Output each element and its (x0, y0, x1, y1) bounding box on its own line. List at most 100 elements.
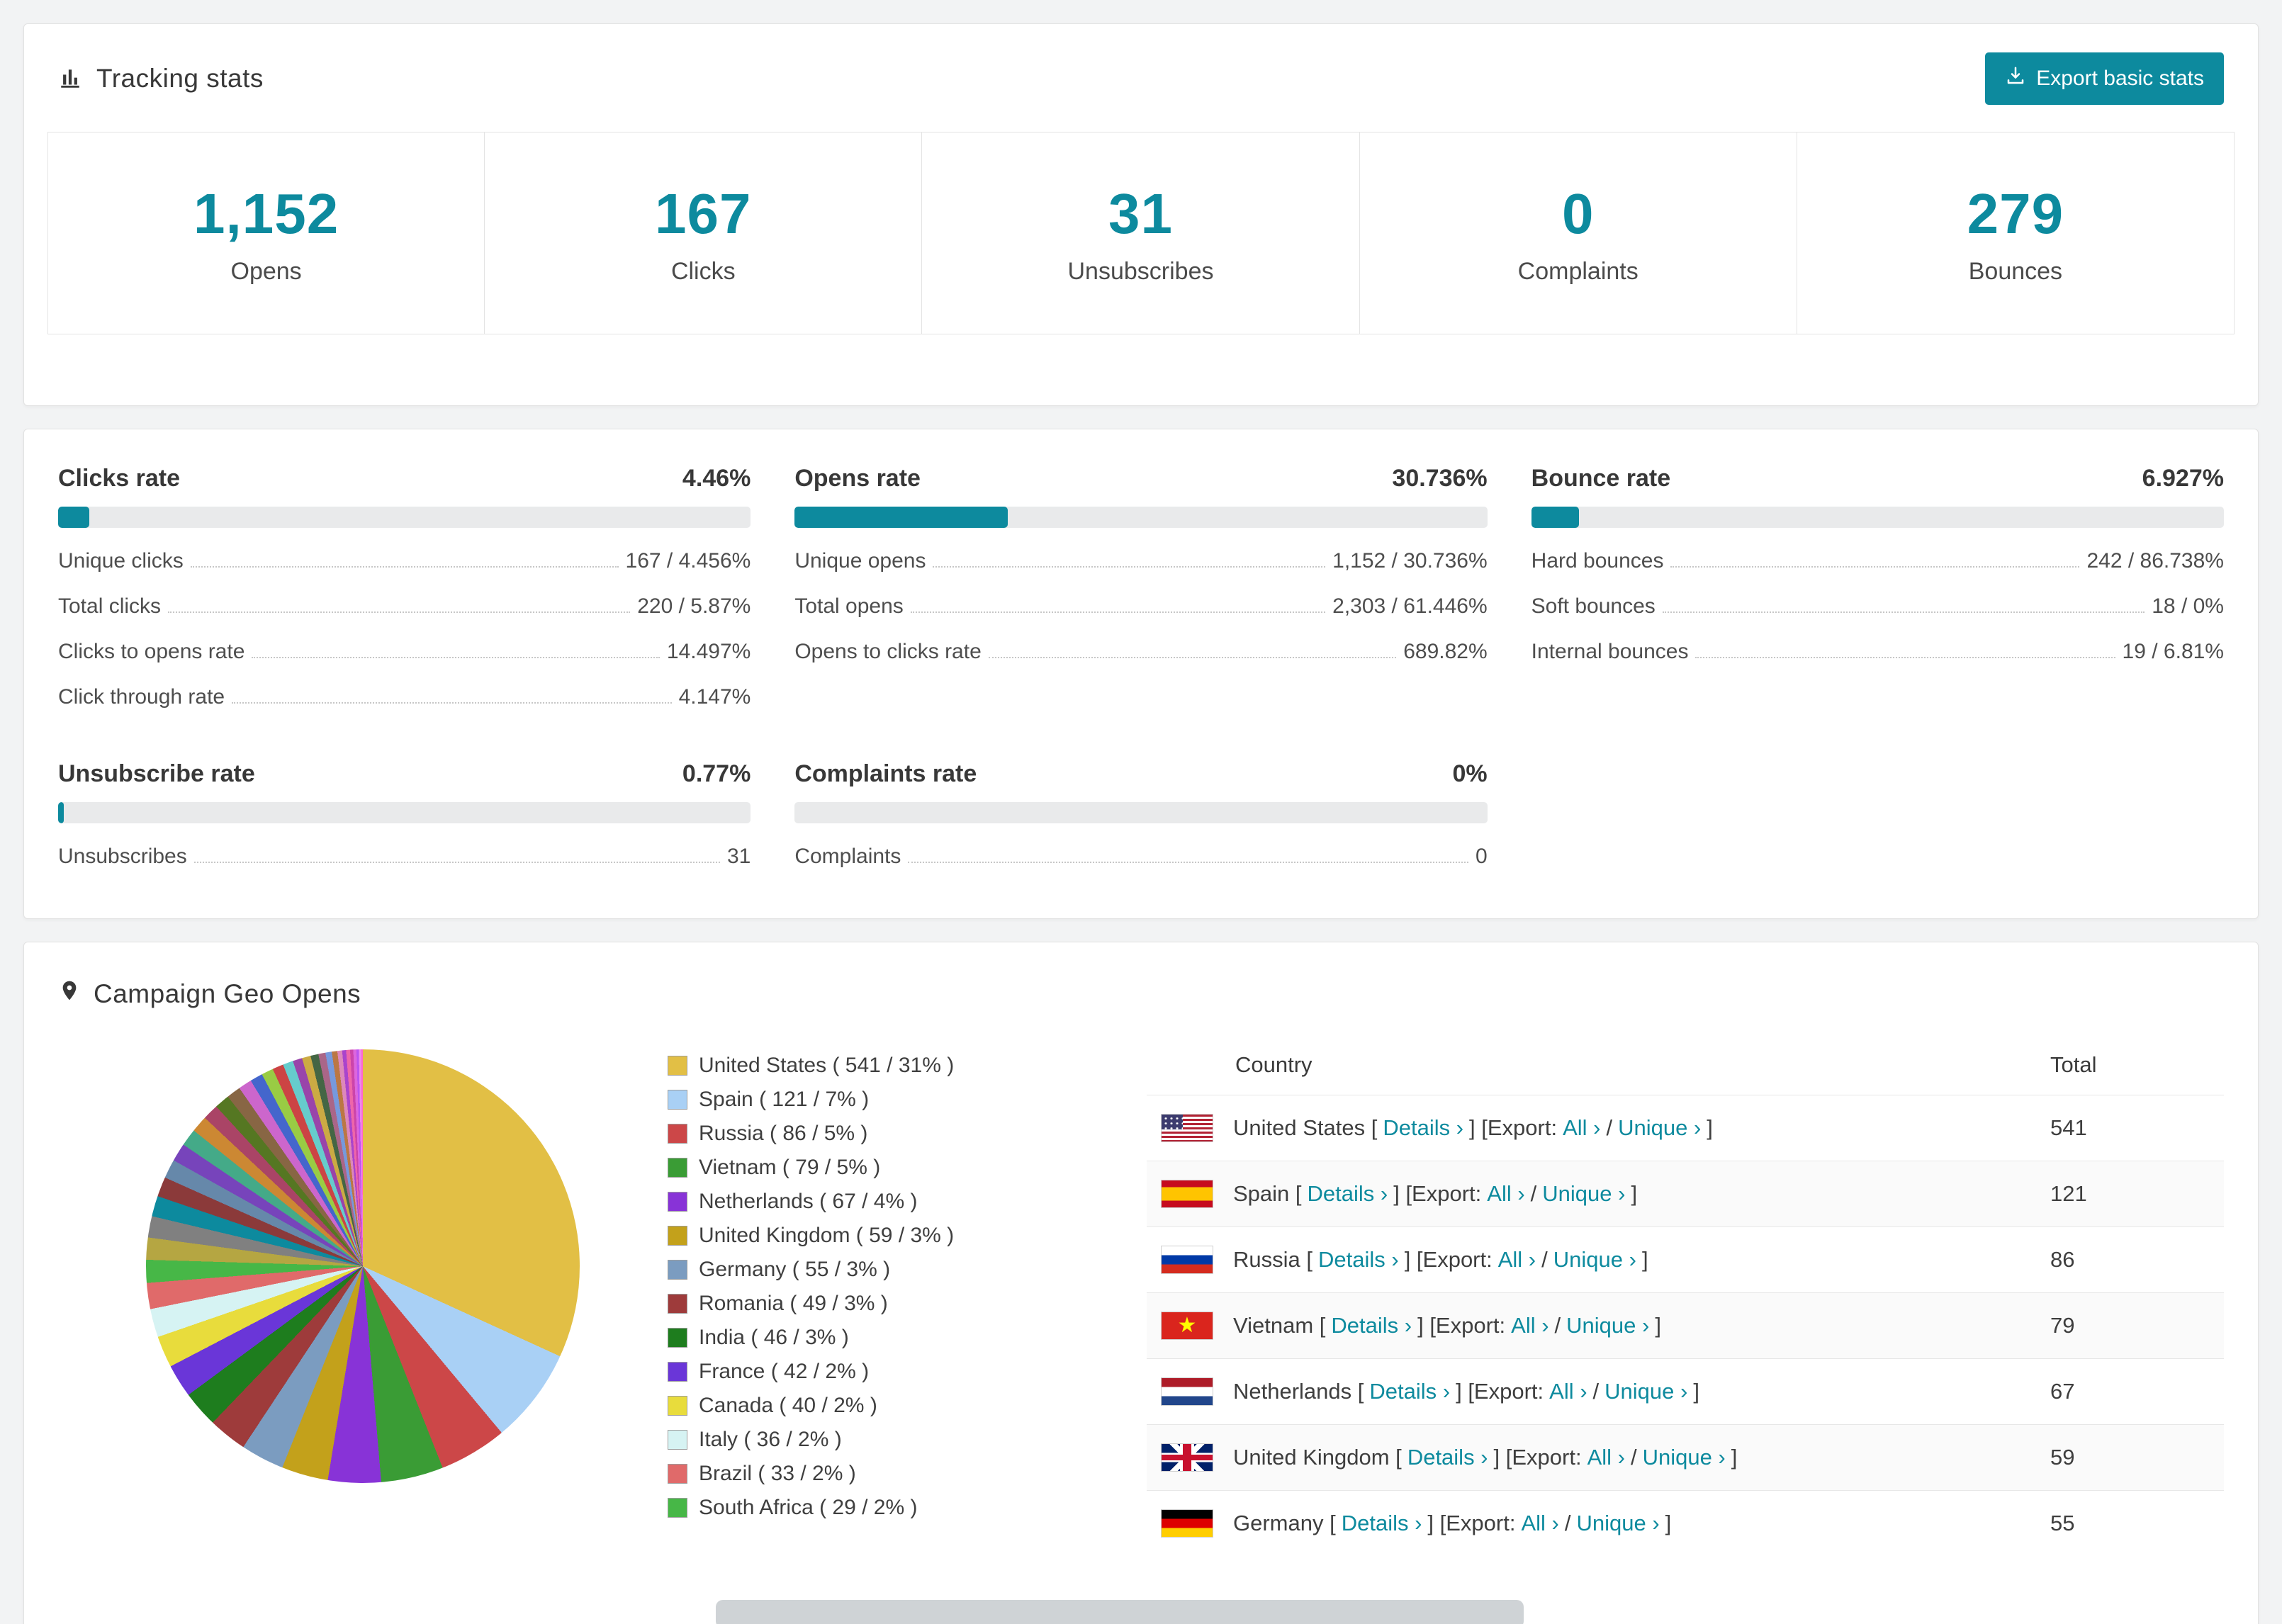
stat-value-unsubscribes: 31 (1108, 181, 1173, 245)
stat-line-value-hard-bounces: 242 / 86.738% (2086, 549, 2224, 573)
details-link-germany[interactable]: Details › (1342, 1511, 1422, 1536)
separator-text: / (1564, 1511, 1571, 1535)
dotted-leader (933, 566, 1326, 568)
rate-bar-bounce-rate (1531, 507, 2224, 528)
tracking-stats-title-text: Tracking stats (96, 64, 264, 93)
export-unique-link-netherlands[interactable]: Unique › (1604, 1379, 1687, 1404)
rate-block-opens-rate: Opens rate 30.736% Unique opens 1,152 / 30.… (794, 465, 1488, 709)
stat-label-complaints: Complaints (1517, 257, 1639, 285)
stat-line-hard-bounces: Hard bounces 242 / 86.738% (1531, 549, 2224, 573)
stat-line-clicks-to-opens-rate: Clicks to opens rate 14.497% (58, 640, 751, 664)
details-link-vietnam[interactable]: Details › (1331, 1313, 1412, 1338)
details-link-russia[interactable]: Details › (1318, 1247, 1399, 1273)
geo-table-cell-total-netherlands: 67 (2036, 1358, 2224, 1425)
stat-line-value-clicks-to-opens-rate: 14.497% (666, 640, 751, 663)
details-link-netherlands[interactable]: Details › (1369, 1379, 1450, 1404)
separator-text: / (1554, 1313, 1561, 1338)
bracket-text: ] [Export: (1456, 1379, 1544, 1404)
country-name-spain: Spain [ (1233, 1181, 1302, 1206)
es-flag-icon (1161, 1180, 1213, 1208)
stat-line-value-soft-bounces: 18 / 0% (2152, 594, 2224, 618)
geo-opens-table: Country Total United States [Details ›] … (1147, 1032, 2224, 1556)
legend-item-brazil: Brazil ( 33 / 2% ) (668, 1462, 1135, 1486)
geo-table-cell-country-vietnam: Vietnam [Details ›] [Export:All ›/Unique… (1147, 1292, 2036, 1359)
export-all-link-vietnam[interactable]: All › (1511, 1313, 1548, 1338)
stat-line-total-clicks: Total clicks 220 / 5.87% (58, 594, 751, 619)
pie-wrap (58, 1032, 668, 1483)
export-unique-link-united-states[interactable]: Unique › (1618, 1115, 1701, 1141)
export-unique-link-vietnam[interactable]: Unique › (1566, 1313, 1649, 1338)
legend-item-netherlands: Netherlands ( 67 / 4% ) (668, 1190, 1135, 1214)
stat-line-value-unique-clicks: 167 / 4.456% (625, 549, 751, 573)
export-all-link-germany[interactable]: All › (1521, 1511, 1558, 1536)
stat-line-value-internal-bounces: 19 / 6.81% (2122, 640, 2224, 663)
rate-value-clicks-rate: 4.46% (682, 465, 751, 492)
separator-text: / (1630, 1445, 1637, 1470)
rates-grid: Clicks rate 4.46% Unique clicks 167 / 4.456… (24, 429, 2258, 918)
stat-label-unsubscribes: Unsubscribes (1067, 257, 1214, 285)
bracket-text: ] [Export: (1404, 1247, 1493, 1272)
export-all-link-netherlands[interactable]: All › (1549, 1379, 1587, 1404)
export-all-link-spain[interactable]: All › (1487, 1181, 1524, 1207)
geo-table-cell-total-united-kingdom: 59 (2036, 1424, 2224, 1491)
stat-line-label-total-opens: Total opens (794, 594, 904, 618)
geo-table-row-spain: Spain [Details ›] [Export: All › / Unique ›… (1147, 1161, 2224, 1227)
rate-value-bounce-rate: 6.927% (2142, 465, 2224, 492)
rate-head-bounce-rate: Bounce rate 6.927% (1531, 465, 2224, 492)
separator-text: / (1530, 1181, 1537, 1206)
export-all-link-russia[interactable]: All › (1498, 1247, 1536, 1273)
legend-swatch-south-africa (668, 1498, 687, 1518)
export-unique-link-russia[interactable]: Unique › (1553, 1247, 1636, 1273)
dotted-leader (190, 566, 619, 568)
export-button-label: Export basic stats (2036, 67, 2204, 90)
legend-swatch-vietnam (668, 1158, 687, 1178)
geo-opens-pie-chart (146, 1049, 580, 1483)
geo-table-row-russia: Russia [Details ›] [Export: All › / Unique … (1147, 1227, 2224, 1293)
stat-label-bounces: Bounces (1968, 257, 2063, 285)
tracking-stats-card: Tracking stats Export basic stats 1,152 O… (23, 23, 2259, 406)
rate-bar-fill-clicks-rate (58, 507, 89, 528)
stat-box-opens: 1,152 Opens (47, 132, 485, 334)
country-cell-spain: Spain [Details ›] [Export: All › / Unique ›… (1161, 1180, 2022, 1208)
legend-item-united-kingdom: United Kingdom ( 59 / 3% ) (668, 1224, 1135, 1248)
legend-label-france: France ( 42 / 2% ) (699, 1360, 870, 1383)
stat-line-value-total-clicks: 220 / 5.87% (637, 594, 751, 618)
country-links-russia: Russia [Details ›] [Export: All › / Unique … (1233, 1247, 1648, 1273)
stat-line-opens-to-clicks-rate: Opens to clicks rate 689.82% (794, 640, 1487, 664)
bracket-text: ] (1631, 1181, 1638, 1206)
legend-label-romania: Romania ( 49 / 3% ) (699, 1292, 888, 1315)
geo-table-header-total: Total (2050, 1052, 2097, 1077)
details-link-united-kingdom[interactable]: Details › (1407, 1445, 1488, 1470)
rate-value-complaints-rate: 0% (1452, 760, 1488, 787)
legend-label-south-africa: South Africa ( 29 / 2% ) (699, 1496, 918, 1519)
legend-label-india: India ( 46 / 3% ) (699, 1326, 849, 1349)
geo-table-cell-total-vietnam: 79 (2036, 1292, 2224, 1359)
rate-head-complaints-rate: Complaints rate 0% (794, 760, 1487, 788)
horizontal-scrollbar[interactable] (716, 1600, 1524, 1624)
export-unique-link-spain[interactable]: Unique › (1542, 1181, 1625, 1207)
stat-line-complaints: Complaints 0 (794, 845, 1487, 869)
country-cell-netherlands: Netherlands [Details ›] [Export: All › / Un… (1161, 1377, 2022, 1406)
country-name-vietnam: Vietnam [ (1233, 1313, 1326, 1338)
stat-line-label-hard-bounces: Hard bounces (1531, 549, 1664, 573)
stat-box-unsubscribes: 31 Unsubscribes (922, 132, 1360, 334)
country-name-united-states: United States [ (1233, 1115, 1378, 1140)
export-all-link-united-states[interactable]: All › (1563, 1115, 1600, 1141)
dotted-leader (1662, 611, 2145, 613)
rate-value-opens-rate: 30.736% (1392, 465, 1488, 492)
export-basic-stats-button[interactable]: Export basic stats (1985, 52, 2224, 105)
stat-line-label-unique-opens: Unique opens (794, 549, 926, 573)
stat-value-opens: 1,152 (193, 181, 339, 245)
details-link-spain[interactable]: Details › (1308, 1181, 1388, 1207)
legend-item-russia: Russia ( 86 / 5% ) (668, 1122, 1135, 1146)
legend-swatch-india (668, 1328, 687, 1348)
details-link-united-states[interactable]: Details › (1383, 1115, 1463, 1141)
legend-label-brazil: Brazil ( 33 / 2% ) (699, 1462, 856, 1485)
stat-line-label-opens-to-clicks-rate: Opens to clicks rate (794, 640, 982, 663)
export-unique-link-germany[interactable]: Unique › (1576, 1511, 1659, 1536)
export-all-link-united-kingdom[interactable]: All › (1587, 1445, 1625, 1470)
export-unique-link-united-kingdom[interactable]: Unique › (1643, 1445, 1726, 1470)
legend-swatch-france (668, 1362, 687, 1382)
bar-chart-icon (58, 67, 82, 91)
stat-line-value-complaints: 0 (1475, 845, 1488, 868)
